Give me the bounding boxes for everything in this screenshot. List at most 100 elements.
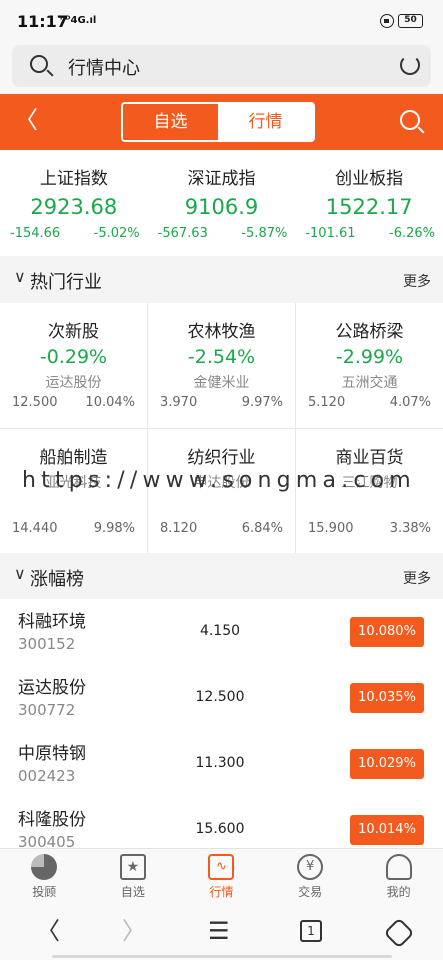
chevron-down-icon: ∨	[14, 267, 26, 286]
tab-label: 交易	[298, 885, 323, 899]
industry-percent: -2.54%	[187, 346, 256, 368]
stock-price: 15.600	[195, 821, 245, 837]
tab-label: 我的	[386, 885, 411, 899]
stock-name: 科隆股份	[18, 810, 86, 830]
stock-percent: 9.97%	[241, 395, 283, 410]
gesture-bar	[52, 955, 392, 958]
nav-forward-icon[interactable]: 〉	[122, 917, 146, 945]
industry-card[interactable]: 农林牧渔 -2.54% 金健米业 3.970 9.97%	[148, 303, 295, 428]
search-title: 行情中心	[68, 58, 140, 79]
stock-name: 运达股份	[18, 678, 86, 698]
industry-percent: -0.29%	[39, 346, 108, 368]
bottom-tabbar: 投顾 ★ 自选 ∿ 行情 ¥ 交易 我的	[0, 848, 443, 903]
market-chart-icon: ∿	[208, 854, 235, 880]
tab-label: 行情	[209, 885, 234, 899]
industry-name: 公路桥梁	[335, 322, 404, 342]
status-bar: 11:17 ᴴᴰ4G.ıl 50	[0, 0, 443, 42]
industry-name: 商业百货	[335, 448, 404, 468]
index-name: 上证指数	[39, 169, 108, 189]
stock-price: 4.150	[199, 623, 241, 639]
stock-price: 12.500	[195, 689, 245, 705]
leading-stock: 金健米业	[193, 375, 250, 391]
stock-percent: 9.98%	[93, 521, 135, 536]
stock-name: 中原特钢	[18, 744, 86, 764]
index-change: -154.66	[10, 226, 61, 241]
industry-percent: -2.99%	[335, 346, 404, 368]
refresh-icon[interactable]	[400, 55, 420, 75]
search-icon[interactable]	[400, 110, 420, 130]
percent-badge: 10.029%	[350, 749, 424, 779]
nav-back-icon[interactable]: 〈	[36, 917, 60, 945]
index-card[interactable]: 创业板指 1522.17 -101.61 -6.26%	[295, 150, 443, 256]
tab-label: 自选	[120, 885, 145, 899]
index-percent: -6.26%	[389, 226, 436, 241]
stock-price: 8.120	[160, 521, 198, 536]
section-title: 涨幅榜	[30, 569, 84, 590]
industry-grid: 次新股 -0.29% 运达股份 12.500 10.04% 农林牧渔 -2.54%…	[0, 303, 443, 553]
index-card[interactable]: 深证成指 9106.9 -567.63 -5.87%	[148, 150, 296, 256]
signal-icon: ᴴᴰ4G.ıl	[60, 15, 97, 26]
more-link[interactable]: 更多	[403, 271, 431, 291]
lock-icon	[380, 14, 394, 28]
market-header: 〈 自选 行情	[0, 94, 443, 150]
tab-profile[interactable]: 我的	[354, 849, 443, 903]
leading-stock: 运达股份	[45, 375, 102, 391]
industry-name: 船舶制造	[39, 448, 108, 468]
industry-name: 次新股	[48, 322, 99, 342]
index-percent: -5.87%	[241, 226, 288, 241]
stock-price: 5.120	[308, 395, 346, 410]
tab-market-bottom[interactable]: ∿ 行情	[177, 849, 266, 903]
stock-code: 300772	[18, 701, 76, 719]
gainers-header[interactable]: ∨ 涨幅榜 更多	[0, 555, 443, 599]
nav-tabs-icon[interactable]: 1	[300, 920, 322, 942]
stock-percent: 10.04%	[85, 395, 135, 410]
index-summary: 上证指数 2923.68 -154.66 -5.02% 深证成指 9106.9 -…	[0, 150, 443, 256]
system-nav-bar: 〈 〉 ☰ 1	[0, 903, 443, 960]
tab-label: 投顾	[32, 885, 57, 899]
industry-card[interactable]: 次新股 -0.29% 运达股份 12.500 10.04%	[0, 303, 147, 428]
chevron-down-icon: ∨	[14, 564, 26, 583]
list-item[interactable]: 科隆股份 300405 15.600 10.014%	[0, 797, 443, 848]
industry-card[interactable]: 公路桥梁 -2.99% 五洲交通 5.120 4.07%	[296, 303, 443, 428]
battery-icon: 50	[398, 14, 423, 28]
search-bar: 行情中心	[0, 42, 443, 94]
index-value: 2923.68	[30, 195, 118, 219]
percent-badge: 10.080%	[350, 617, 424, 647]
tab-watchlist[interactable]: 自选	[123, 104, 218, 140]
stock-price: 3.970	[160, 395, 198, 410]
list-item[interactable]: 科融环境 300152 4.150 10.080%	[0, 599, 443, 665]
list-item[interactable]: 中原特钢 002423 11.300 10.029%	[0, 731, 443, 797]
nav-home-icon[interactable]	[383, 917, 415, 949]
gainers-list: 科融环境 300152 4.150 10.080% 运达股份 300772 12…	[0, 599, 443, 848]
grid-divider	[0, 428, 443, 429]
stock-percent: 6.84%	[241, 521, 283, 536]
index-name: 深证成指	[187, 169, 256, 189]
hot-industries-header[interactable]: ∨ 热门行业 更多	[0, 258, 443, 302]
nav-menu-icon[interactable]: ☰	[208, 917, 230, 945]
stock-code: 002423	[18, 767, 76, 785]
search-box[interactable]: 行情中心	[12, 45, 431, 87]
user-icon	[385, 854, 412, 880]
index-card[interactable]: 上证指数 2923.68 -154.66 -5.02%	[0, 150, 148, 256]
yen-icon: ¥	[297, 854, 324, 880]
stock-price: 11.300	[195, 755, 245, 771]
back-icon[interactable]: 〈	[14, 108, 38, 132]
stock-name: 科融环境	[18, 612, 86, 632]
industry-name: 纺织行业	[187, 448, 256, 468]
tab-watchlist-bottom[interactable]: ★ 自选	[89, 849, 178, 903]
tab-market[interactable]: 行情	[218, 104, 313, 140]
stock-code: 300152	[18, 635, 76, 653]
star-icon: ★	[119, 854, 146, 880]
index-percent: -5.02%	[93, 226, 140, 241]
more-link[interactable]: 更多	[403, 568, 431, 588]
tab-advisor[interactable]: 投顾	[0, 849, 89, 903]
leading-stock: 五洲交通	[341, 375, 398, 391]
stock-price: 12.500	[12, 395, 58, 410]
index-change: -567.63	[157, 226, 208, 241]
tab-switch: 自选 行情	[121, 102, 315, 142]
stock-price: 15.900	[308, 521, 354, 536]
tab-trade[interactable]: ¥ 交易	[266, 849, 355, 903]
stock-code: 300405	[18, 833, 76, 848]
list-item[interactable]: 运达股份 300772 12.500 10.035%	[0, 665, 443, 731]
industry-name: 农林牧渔	[187, 322, 256, 342]
